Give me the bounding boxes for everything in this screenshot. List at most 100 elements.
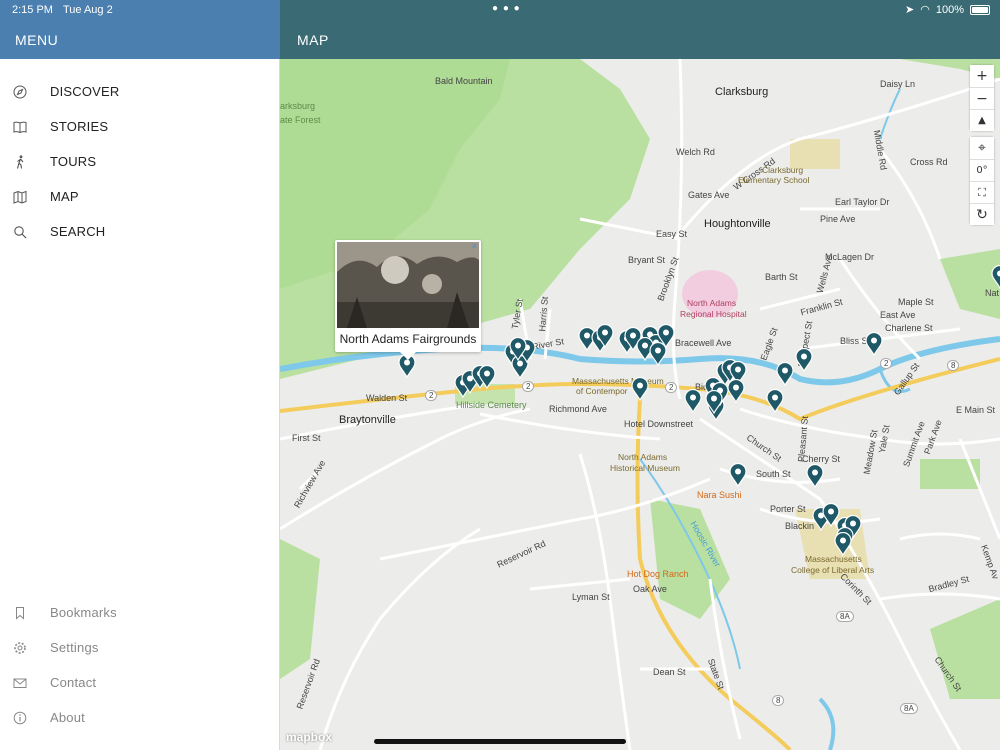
map-label-walden-st: Walden St [366,393,408,403]
location-icon: ➤ [905,4,915,16]
sidebar-item-tours[interactable]: TOURS [0,144,280,179]
bearing-readout[interactable]: 0° [970,159,994,181]
battery-icon [970,4,990,15]
map-label-blackinton: Blackin [785,521,815,531]
map-pin-icon[interactable] [596,324,614,348]
map-label-e-main-st: E Main St [956,405,996,415]
map-label-nat: Nat [985,288,1000,298]
fullscreen-button[interactable]: ⛶ [970,181,994,203]
map-pin-icon[interactable] [865,332,883,356]
map-label-bryant-st: Bryant St [628,255,666,265]
map-label-clarksburg: Clarksburg [715,86,769,98]
map-label-gates-ave: Gates Ave [688,190,730,200]
sidebar-item-label: DISCOVER [50,84,120,99]
sidebar-item-bookmarks[interactable]: Bookmarks [0,595,280,630]
gear-icon [14,641,26,654]
sidebar-item-label: MAP [50,189,79,204]
zoom-out-button[interactable]: − [970,87,994,109]
map-label-forest: ate Forest [280,115,321,125]
status-bar-right: ● ● ● ➤ ◠ 100% [280,0,1000,20]
map-label-bracewell-ave: Bracewell Ave [675,338,732,348]
search-icon [14,225,27,238]
map-pin-icon[interactable] [727,379,745,403]
map-pin-icon[interactable] [766,389,784,413]
sidebar-item-label: Bookmarks [50,605,117,620]
sidebar-item-discover[interactable]: DISCOVER [0,74,280,109]
map-label-hotel-downstreet: Hotel Downstreet [624,419,694,429]
map-label-braytonville: Braytonville [339,414,396,426]
map-label-charlene-st: Charlene St [885,323,933,333]
mapbox-attribution[interactable]: mapbox [286,730,332,744]
info-icon [13,711,27,724]
map-label-school: Elementary School [738,175,810,185]
map-pin-icon[interactable] [684,389,702,413]
map-popup[interactable]: × North Adams Fairgrounds [335,240,481,360]
map-base-layer [280,59,1000,750]
map-pin-icon[interactable] [795,348,813,372]
wifi-icon: ◠ [920,4,930,16]
map-pin-icon[interactable] [776,362,794,386]
multitasking-dots-icon[interactable]: ● ● ● [492,3,521,14]
map-pin-icon[interactable] [705,390,723,414]
popup-close-button[interactable]: × [472,241,477,251]
map-pin-icon[interactable] [834,532,852,556]
status-bar-left: 2:15 PM Tue Aug 2 [0,0,280,20]
sidebar-item-search[interactable]: SEARCH [0,214,280,249]
map-label-houghtonville: Houghtonville [704,218,771,230]
map-label-hospital: Regional Hospital [680,309,747,319]
compass-icon [13,85,27,98]
map-label-easy-st: Easy St [656,229,688,239]
map-icon [13,190,27,204]
sidebar-item-stories[interactable]: STORIES [0,109,280,144]
mail-icon [13,678,27,688]
map-label-mass-moca: of Contempor [576,386,628,396]
route-shield-8a: 8A [900,703,918,714]
map-label-forest: arksburg [280,101,316,111]
map-pin-icon[interactable] [806,464,824,488]
map-label-historical-museum: North Adams [618,452,668,462]
map-label-south-st: South St [756,469,791,479]
route-shield-8a: 8A [836,611,854,622]
map-label-historical-museum: Historical Museum [610,463,680,473]
map-label-dean-st: Dean St [653,667,686,677]
map-pin-icon[interactable] [631,377,649,401]
sidebar-item-label: SEARCH [50,224,106,239]
popup-photo[interactable] [337,242,479,328]
sidebar-item-settings[interactable]: Settings [0,630,280,665]
map-label-east-ave: East Ave [880,310,916,320]
map-label-mcla: College of Liberal Arts [791,565,875,575]
map-label-nara-sushi: Nara Sushi [697,490,742,500]
map-label-daisy-ln: Daisy Ln [880,79,916,89]
battery-percent: 100% [935,3,964,16]
map-label-first-st: First St [292,433,321,443]
book-icon [13,121,27,133]
locate-me-button[interactable]: ⌖ [970,137,994,159]
sidebar-item-label: Contact [50,675,97,690]
home-indicator[interactable] [374,739,626,744]
map-tool-controls: ⌖ 0° ⛶ ↻ [970,137,994,225]
map-pin-icon[interactable] [991,265,1000,289]
map-label-earl-taylor-dr: Earl Taylor Dr [835,197,890,207]
sidebar-item-label: Settings [50,640,99,655]
map-label-mass-moca: Massachusetts Museum [572,376,664,386]
sidebar-item-about[interactable]: About [0,700,280,735]
map-pin-icon[interactable] [649,342,667,366]
sidebar-item-label: TOURS [50,154,97,169]
map-label-cherry-st: Cherry St [802,454,841,464]
sidebar-item-map[interactable]: MAP [0,179,280,214]
map-label-welch-rd: Welch Rd [676,147,715,157]
map-label-school: Clarksburg [762,165,804,175]
compass-button[interactable]: ▲ [970,109,994,131]
sidebar: MENU DISCOVER STORIES TOURS MAP SEARCH B… [0,0,280,750]
map-label-bald-mountain: Bald Mountain [435,76,493,86]
reset-view-button[interactable]: ↻ [970,203,994,225]
map-view[interactable]: Bald Mountain arksburg ate Forest Clarks… [280,59,1000,750]
map-pin-icon[interactable] [729,463,747,487]
map-pin-icon[interactable] [509,337,527,361]
map-pin-icon[interactable] [478,365,496,389]
sidebar-item-contact[interactable]: Contact [0,665,280,700]
map-label-maple-st: Maple St [898,297,934,307]
zoom-in-button[interactable]: + [970,65,994,87]
map-label-hospital: North Adams [687,298,737,308]
sidebar-item-label: About [50,710,85,725]
